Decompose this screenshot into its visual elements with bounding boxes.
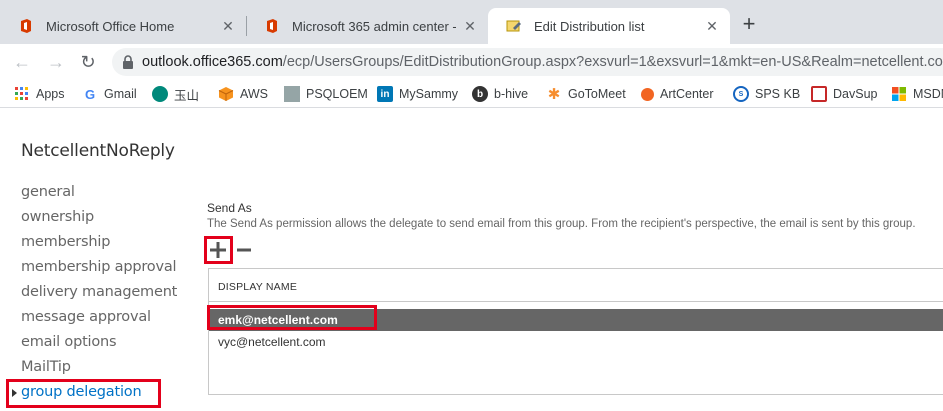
bookmark-label: Apps [36,87,65,101]
remove-minus-icon[interactable] [237,241,251,259]
bookmark-psqloem[interactable]: PSQLOEM [284,84,368,104]
forward-arrow-icon[interactable]: → [44,50,68,74]
tab-edit-distribution-list[interactable]: Edit Distribution list ✕ [488,8,730,44]
bookmark-davsup[interactable]: DavSup [811,84,877,104]
close-icon[interactable]: ✕ [220,18,236,34]
tab-microsoft-office-home[interactable]: Microsoft Office Home ✕ [0,8,246,44]
esun-icon [152,86,168,102]
linkedin-icon: in [377,86,393,102]
bookmarks-bar: Apps G Gmail 玉山 AWS PSQLOEM in MySammy b… [0,80,943,108]
page-content: NetcellentNoReply general ownership memb… [0,108,943,411]
bookmark-gmail[interactable]: G Gmail [82,84,137,104]
bookmark-sps-kb[interactable]: S SPS KB [733,84,800,104]
edit-list-icon [506,20,521,32]
tab-title: Microsoft Office Home [46,18,175,34]
bookmark-label: Gmail [104,87,137,101]
reload-icon[interactable]: ↻ [76,50,100,74]
column-header-display-name[interactable]: DISPLAY NAME [218,281,297,293]
lock-icon [123,55,133,69]
send-as-title: Send As [207,201,252,215]
url-text: outlook.office365.com/ecp/UsersGroups/Ed… [142,54,943,70]
highlight-box-group-delegation [6,379,161,408]
highlight-box-selected-row [207,305,377,330]
row-display-name: vyc@netcellent.com [218,335,326,349]
nav-item-ownership[interactable]: ownership [21,209,94,231]
bookmark-label: SPS KB [755,87,801,101]
nav-item-delivery-management[interactable]: delivery management [21,284,177,306]
send-as-grid: DISPLAY NAME emk@netcellent.com vyc@netc… [208,268,943,395]
nav-item-email-options[interactable]: email options [21,334,117,356]
microsoft-icon [892,87,906,101]
office-icon [21,19,31,33]
browser-tabstrip: Microsoft Office Home ✕ Microsoft 365 ad… [0,0,943,44]
bookmark-gotomeet[interactable]: ✱ GoToMeet [546,84,626,104]
artcenter-icon [641,87,654,101]
bookmark-label: PSQLOEM [306,87,368,101]
bookmark-label: GoToMeet [568,87,626,101]
back-arrow-icon[interactable]: ← [10,50,34,74]
bookmark-label: b-hive [494,87,529,101]
office-icon [267,19,277,33]
tab-microsoft-365-admin-center[interactable]: Microsoft 365 admin center - Ho ✕ [246,8,488,44]
bookmark-artcenter[interactable]: ArtCenter [641,84,714,104]
close-icon[interactable]: ✕ [462,18,478,34]
bookmark-label: DavSup [833,87,878,101]
browser-toolbar: ← → ↻ outlook.office365.com/ecp/UsersGro… [0,44,943,80]
bookmark-mysammy[interactable]: in MySammy [377,84,458,104]
psql-icon [284,86,300,102]
bookmark-aws[interactable]: AWS [218,84,268,104]
tab-title: Edit Distribution list [534,18,645,34]
nav-item-general[interactable]: general [21,184,75,206]
google-icon: G [84,86,96,102]
bookmark-label: MSDN [913,87,943,101]
bookmark-label: AWS [240,87,269,101]
aws-cube-icon [218,87,234,101]
bookmark-apps[interactable]: Apps [14,84,65,104]
sps-icon: S [733,86,749,102]
davsup-icon [811,86,827,102]
address-bar[interactable]: outlook.office365.com/ecp/UsersGroups/Ed… [112,48,943,76]
url-path: /ecp/UsersGroups/EditDistributionGroup.a… [282,54,943,70]
new-tab-button[interactable]: + [738,13,760,36]
close-icon[interactable]: ✕ [704,18,720,34]
send-as-description: The Send As permission allows the delega… [207,218,916,230]
url-host: outlook.office365.com [142,54,283,70]
tab-title: Microsoft 365 admin center - Ho [292,18,456,34]
bookmark-label: MySammy [399,87,459,101]
page-title: NetcellentNoReply [21,141,175,161]
nav-item-message-approval[interactable]: message approval [21,309,151,331]
bookmark-esun[interactable]: 玉山 [152,84,199,104]
bookmark-label: ArtCenter [660,87,714,101]
table-row[interactable]: vyc@netcellent.com [209,331,943,353]
nav-item-mailtip[interactable]: MailTip [21,359,71,381]
apps-grid-icon [15,87,28,100]
gotomeeting-icon: ✱ [547,86,561,103]
b-hive-icon: b [472,86,488,102]
bookmark-b-hive[interactable]: b b-hive [472,84,528,104]
highlight-box-add-button [204,236,233,264]
nav-item-membership-approval[interactable]: membership approval [21,259,177,281]
bookmark-msdn[interactable]: MSDN [891,84,943,104]
grid-header: DISPLAY NAME [209,269,943,302]
nav-item-membership[interactable]: membership [21,234,110,256]
bookmark-label: 玉山 [174,88,200,103]
